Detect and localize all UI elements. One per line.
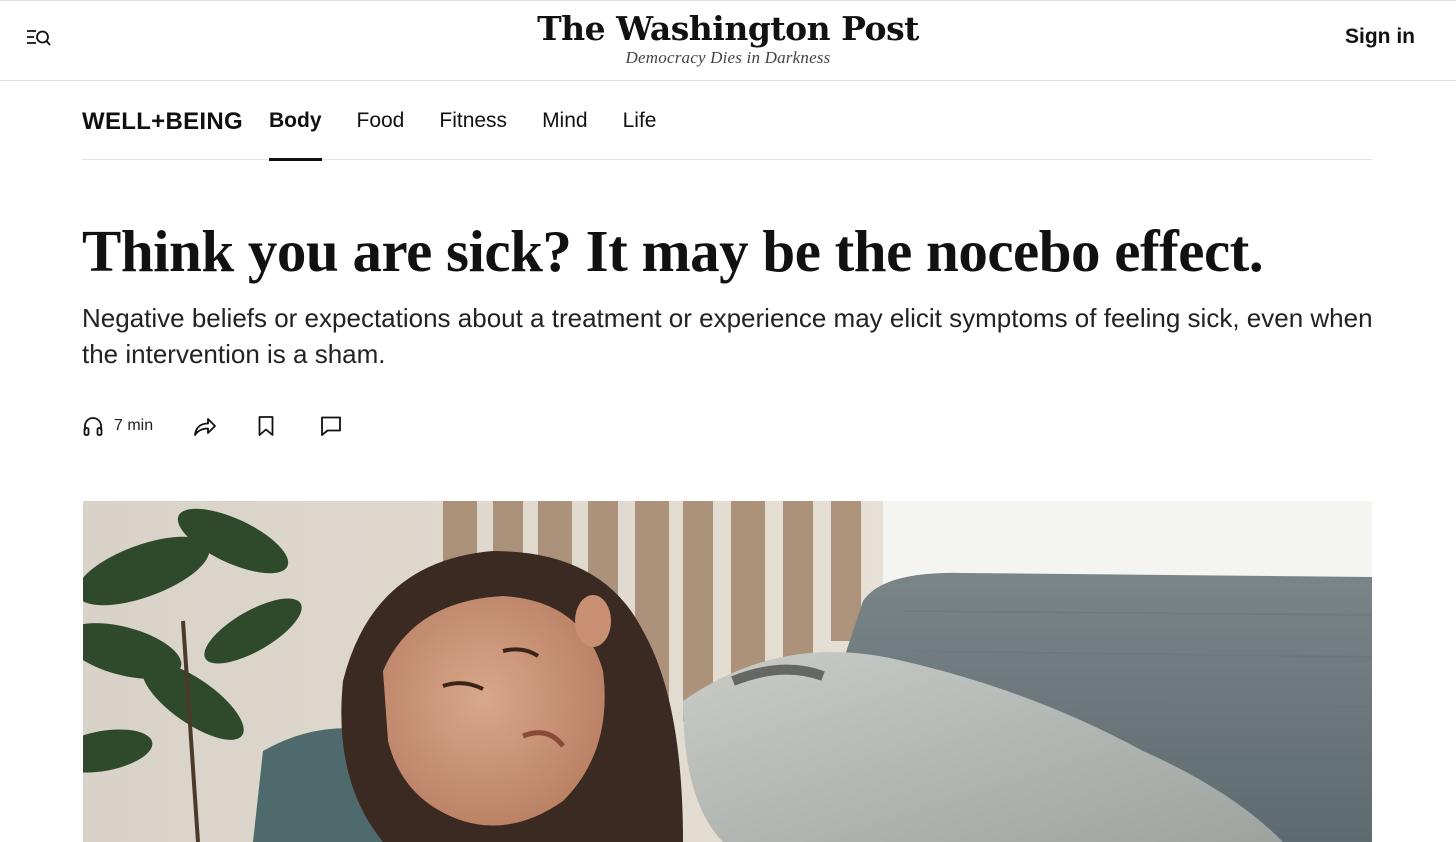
comment-button[interactable] bbox=[320, 415, 342, 437]
bookmark-icon bbox=[257, 415, 275, 437]
section-nav: WELL+BEING Body Food Fitness Mind Life bbox=[82, 82, 1372, 161]
comment-icon bbox=[320, 415, 342, 437]
save-button[interactable] bbox=[257, 415, 275, 437]
article-dek: Negative beliefs or expectations about a… bbox=[82, 303, 1373, 369]
tab-body[interactable]: Body bbox=[269, 82, 322, 161]
site-tagline: Democracy Dies in Darkness bbox=[625, 48, 831, 67]
share-button[interactable] bbox=[193, 415, 217, 437]
section-brand[interactable]: WELL+BEING bbox=[82, 108, 243, 136]
tab-mind[interactable]: Mind bbox=[542, 82, 588, 160]
tab-life[interactable]: Life bbox=[623, 82, 657, 160]
article-headline: Think you are sick? It may be the nocebo… bbox=[82, 218, 1264, 284]
article-actions: 7 min bbox=[82, 411, 342, 441]
listen-duration: 7 min bbox=[114, 417, 154, 434]
tab-fitness[interactable]: Fitness bbox=[439, 82, 507, 160]
site-logo[interactable]: The Washington Post bbox=[0, 9, 1456, 49]
tab-food[interactable]: Food bbox=[357, 82, 405, 160]
share-icon bbox=[193, 415, 217, 437]
headphones-icon bbox=[82, 415, 104, 437]
top-bar: The Washington Post Democracy Dies in Da… bbox=[0, 0, 1456, 81]
hero-image bbox=[83, 501, 1372, 842]
masthead: The Washington Post Democracy Dies in Da… bbox=[0, 9, 1456, 67]
section-tabs: Body Food Fitness Mind Life bbox=[269, 82, 691, 161]
listen-button[interactable]: 7 min bbox=[82, 415, 153, 437]
sign-in-link[interactable]: Sign in bbox=[1345, 25, 1415, 49]
